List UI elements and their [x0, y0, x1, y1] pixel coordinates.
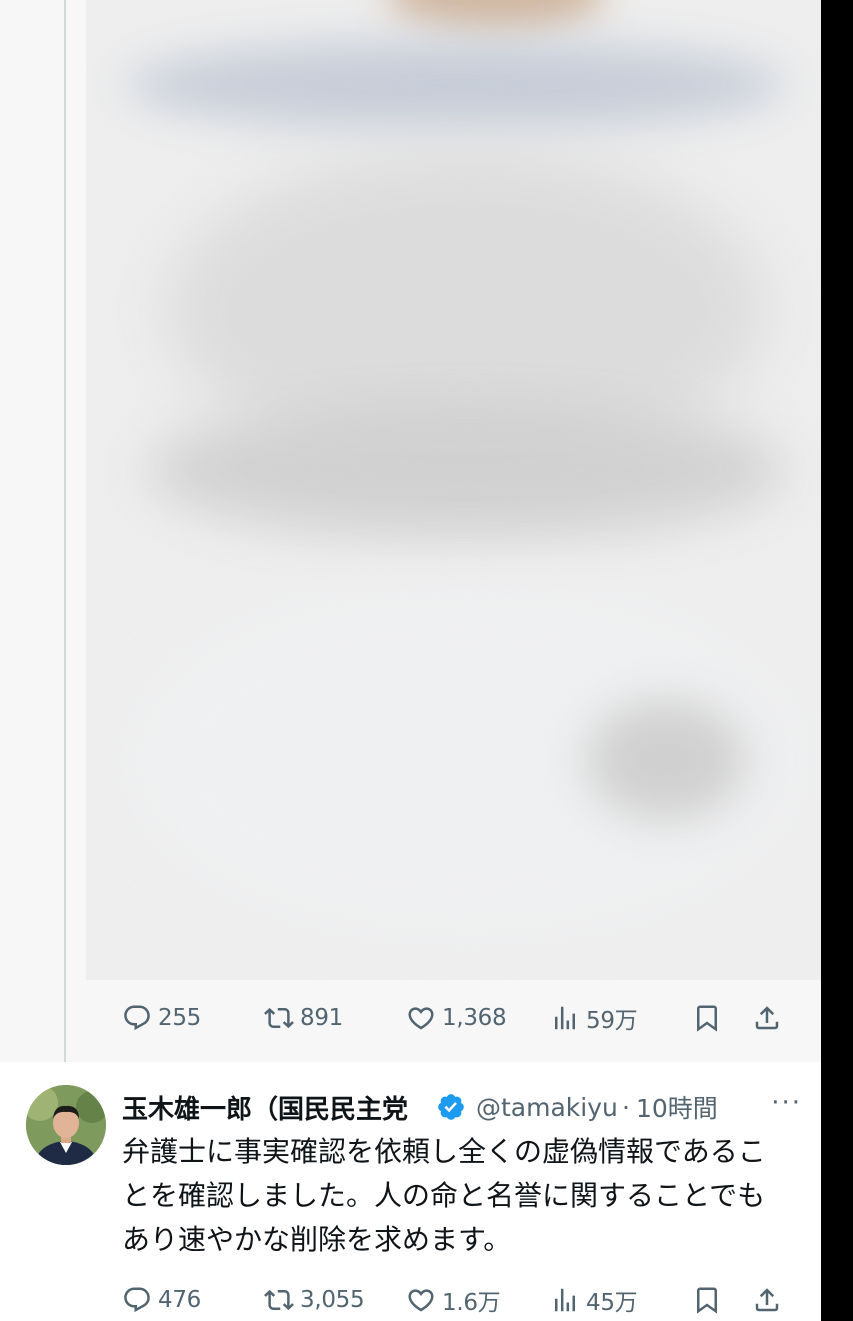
like-count: 1,368: [442, 1005, 507, 1031]
repost-button[interactable]: 891: [264, 998, 343, 1038]
display-name[interactable]: 玉木雄一郎（国民民主党: [122, 1089, 434, 1126]
verified-badge-icon: [438, 1094, 464, 1120]
reply-tweet-actions: 476 3,055 1.6万 45万: [122, 1280, 792, 1320]
bookmark-button[interactable]: [692, 1280, 722, 1320]
bookmark-icon: [697, 1287, 717, 1314]
avatar[interactable]: [26, 1085, 106, 1165]
views-icon: [555, 1288, 575, 1312]
parent-tweet-actions: 255 891 1,368 59万: [122, 998, 792, 1038]
reply-count: 255: [158, 1005, 201, 1031]
like-button[interactable]: 1.6万: [406, 1280, 501, 1320]
timestamp[interactable]: 10時間: [636, 1089, 718, 1125]
reply-tweet[interactable]: 玉木雄一郎（国民民主党 @tamakiyuichiro · 10時間 ··· 弁…: [0, 1062, 821, 1321]
reply-icon: [124, 1287, 150, 1313]
share-button[interactable]: [752, 1280, 782, 1320]
like-icon: [408, 1289, 434, 1312]
reply-icon: [124, 1005, 150, 1031]
like-count: 1.6万: [442, 1290, 501, 1316]
views-button[interactable]: 45万: [550, 1280, 638, 1320]
reply-count: 476: [158, 1287, 201, 1313]
views-icon: [555, 1006, 575, 1030]
repost-icon: [264, 1007, 294, 1029]
separator-dot: ·: [622, 1092, 630, 1122]
share-icon: [755, 1288, 779, 1312]
more-options-icon[interactable]: ···: [771, 1088, 802, 1118]
repost-button[interactable]: 3,055: [264, 1280, 365, 1320]
share-icon: [755, 1006, 779, 1030]
repost-count: 891: [300, 1005, 343, 1031]
share-button[interactable]: [752, 998, 782, 1038]
reply-button[interactable]: 255: [122, 998, 201, 1038]
bookmark-icon: [697, 1005, 717, 1032]
bookmark-button[interactable]: [692, 998, 722, 1038]
tweet-header: 玉木雄一郎（国民民主党 @tamakiyuichiro · 10時間 ···: [122, 1088, 802, 1126]
right-edge-dark-panel: [821, 0, 853, 1321]
views-count: 59万: [586, 1008, 638, 1034]
parent-tweet[interactable]: 255 891 1,368 59万: [0, 0, 821, 1080]
repost-count: 3,055: [300, 1287, 365, 1313]
tweet-media-image-blurred[interactable]: [86, 0, 821, 980]
tweet-text: 弁護士に事実確認を依頼し全くの虚偽情報であることを確認しました。人の命と名誉に関…: [122, 1135, 766, 1256]
timeline: 255 891 1,368 59万 玉木雄一郎（国民民主党 @tamakiyu …: [0, 0, 821, 1321]
reply-button[interactable]: 476: [122, 1280, 201, 1320]
views-count: 45万: [586, 1290, 638, 1316]
like-icon: [408, 1007, 434, 1030]
handle[interactable]: @tamakiyuichiro: [476, 1093, 616, 1122]
repost-icon: [264, 1289, 294, 1311]
thread-connector-line: [64, 0, 66, 1080]
like-button[interactable]: 1,368: [406, 998, 507, 1038]
views-button[interactable]: 59万: [550, 998, 638, 1038]
